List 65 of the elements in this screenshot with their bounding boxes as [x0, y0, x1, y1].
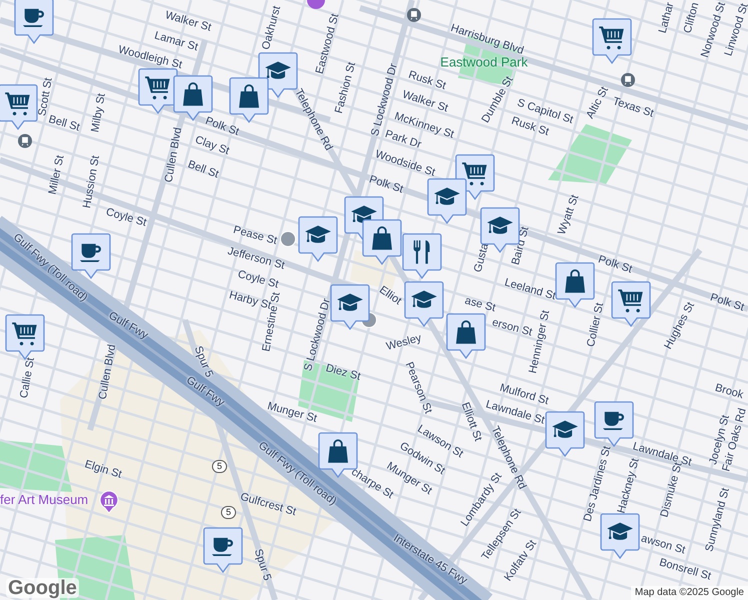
street-label: Collier St	[586, 302, 606, 348]
coffee-cup-marker[interactable]	[14, 0, 54, 46]
street-label: Bonsrell St	[658, 557, 712, 583]
shopping-cart-marker[interactable]	[0, 84, 38, 132]
street-label: awson St	[640, 533, 686, 557]
place-marker-icon[interactable]	[280, 231, 296, 247]
street-label: Des Jardines St	[582, 445, 614, 523]
street-label: Miller St	[48, 154, 66, 196]
street-label: Elliott St	[458, 401, 484, 443]
street-label: Polk St	[708, 292, 746, 314]
graduation-cap-marker[interactable]	[404, 281, 444, 329]
street-label: Cullen Blvd	[98, 344, 118, 400]
museum-icon[interactable]	[99, 490, 119, 514]
street-label: ase St	[464, 296, 496, 314]
street-label: Milby St	[90, 92, 108, 134]
tram-icon[interactable]	[18, 134, 32, 148]
street-label: Coyle St	[236, 269, 280, 291]
street-label: Wesley	[385, 333, 423, 353]
street-label: Bell St	[186, 159, 220, 181]
street-label: Jefferson St	[226, 246, 286, 272]
street-label: Polk St	[596, 254, 634, 276]
shopping-bag-marker[interactable]	[229, 77, 269, 125]
street-label: Munger St	[266, 401, 318, 425]
street-label: Hussion St	[82, 154, 102, 210]
map-logo[interactable]: Google	[6, 578, 79, 598]
street-label: Gulfcrest St	[238, 492, 298, 518]
park-area	[0, 440, 72, 492]
street-label: Callie St	[19, 356, 37, 400]
street-label: Pease St	[232, 224, 278, 248]
graduation-cap-marker[interactable]	[298, 216, 338, 264]
park-label: Eastwood Park	[440, 56, 528, 68]
street-label: Cullen Blvd	[164, 126, 184, 184]
shopping-cart-marker[interactable]	[611, 281, 651, 329]
graduation-cap-marker[interactable]	[545, 411, 585, 459]
street-label: Bell St	[47, 114, 81, 134]
street-label: Lathar	[658, 2, 676, 34]
street-label: Coyle St	[104, 206, 148, 230]
street-label: Spur 5	[252, 548, 272, 582]
fork-knife-marker[interactable]	[402, 233, 442, 281]
graduation-cap-marker[interactable]	[427, 178, 467, 226]
street-label: Wyatt St	[556, 194, 582, 236]
graduation-cap-marker[interactable]	[330, 284, 370, 332]
street-label: Polk St	[368, 174, 404, 196]
street-label: Rusk St	[510, 116, 550, 138]
street-label: Elgin St	[83, 459, 123, 481]
tram-icon[interactable]	[407, 8, 421, 22]
street-label: Altic St	[585, 85, 611, 121]
street-label: Clifton	[682, 2, 702, 34]
street-label: Fashion St	[334, 61, 358, 115]
graduation-cap-marker[interactable]	[600, 513, 640, 561]
museum-label[interactable]: fer Art Museum	[0, 493, 88, 506]
street-label: Oakhurst	[260, 5, 284, 51]
place-marker-icon[interactable]	[306, 0, 326, 10]
street-label: Brook	[714, 382, 744, 402]
shopping-bag-marker[interactable]	[555, 262, 595, 310]
coffee-cup-marker[interactable]	[71, 233, 111, 281]
street-label: Diez St	[324, 363, 362, 383]
tram-icon[interactable]	[621, 73, 635, 87]
street-label: Gusta	[472, 242, 492, 274]
attribution-text: Map data ©2025 Google	[630, 586, 748, 600]
shopping-bag-marker[interactable]	[446, 313, 486, 361]
street-label: Texas St	[611, 96, 655, 120]
shopping-cart-marker[interactable]	[592, 18, 632, 66]
street-label: Leeland St	[503, 277, 557, 303]
street-label: Gulf Fwy	[106, 310, 150, 342]
